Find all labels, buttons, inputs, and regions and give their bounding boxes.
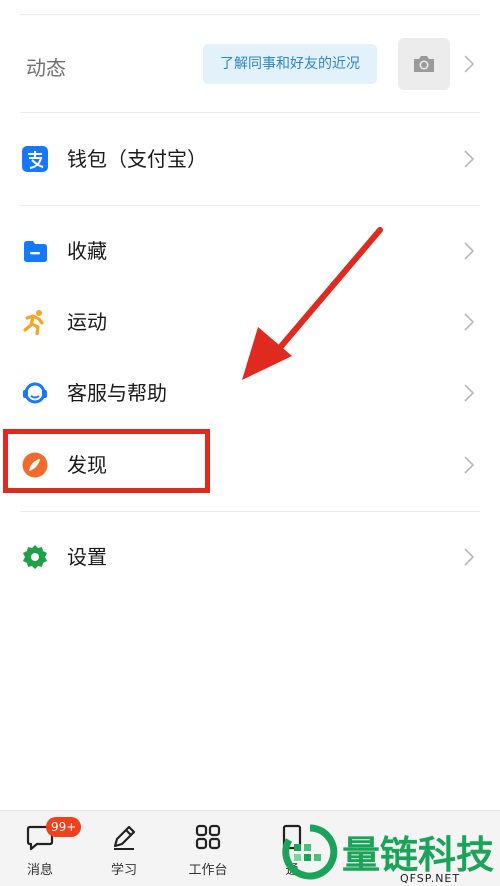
tab-workbench[interactable]: 工作台 <box>168 811 248 886</box>
tab-label: 工作台 <box>188 863 228 878</box>
tab-label: 消息 <box>26 863 53 878</box>
watermark-text: 量链科技 <box>342 833 495 877</box>
grid-icon <box>195 824 221 850</box>
pen-icon <box>113 825 136 850</box>
watermark-icon <box>282 824 338 880</box>
tab-messages[interactable]: 99+ 消息 <box>0 811 82 886</box>
watermark-subtext: QFSP.NET <box>400 872 461 885</box>
tab-study[interactable]: 学习 <box>84 811 164 886</box>
watermark-logo: 量链科技 QFSP.NET <box>278 818 500 886</box>
tab-label: 学习 <box>110 863 137 878</box>
annotation-arrow <box>242 227 383 380</box>
unread-badge: 99+ <box>46 817 82 837</box>
